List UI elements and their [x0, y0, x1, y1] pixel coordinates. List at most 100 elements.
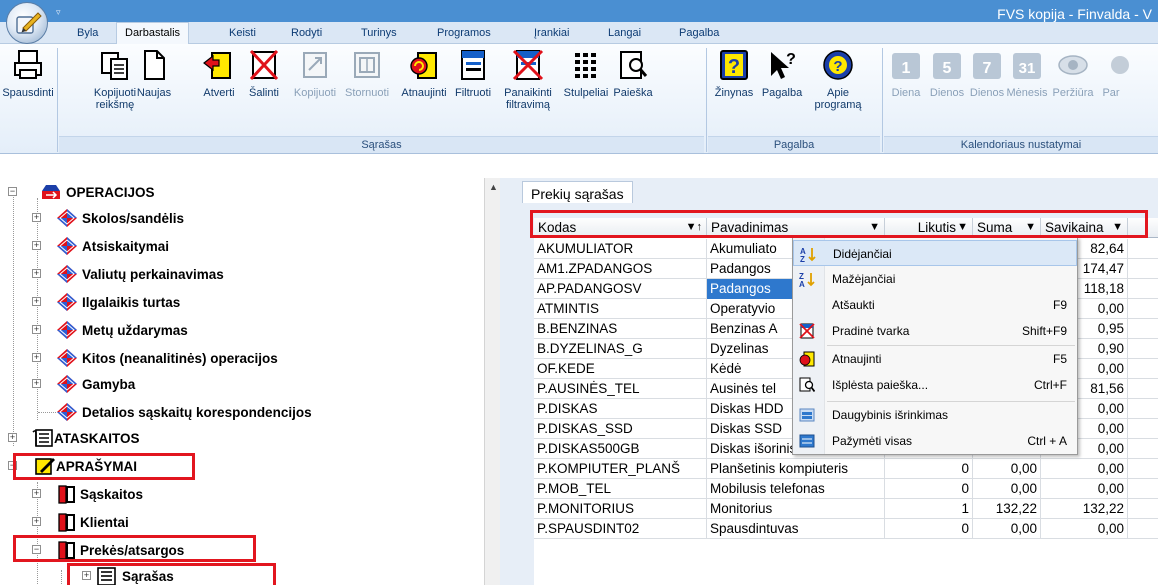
- tree-node-ataskaitos[interactable]: + ATASKAITOS: [0, 426, 480, 452]
- delete-button[interactable]: Šalinti: [246, 48, 282, 99]
- expand-toggle[interactable]: +: [32, 379, 41, 388]
- diamond-icon: [57, 403, 77, 421]
- expand-toggle[interactable]: +: [32, 325, 41, 334]
- expand-toggle[interactable]: +: [8, 433, 17, 442]
- search-icon: [620, 51, 648, 79]
- calendar-day-icon: 1: [892, 53, 920, 79]
- tab-turinys[interactable]: Turinys: [361, 27, 397, 39]
- menu-item-refresh[interactable]: Atnaujinti F5: [793, 346, 1077, 372]
- table-cell: ATMINTIS: [534, 299, 707, 319]
- expand-toggle[interactable]: +: [32, 269, 41, 278]
- eye-icon: [1058, 55, 1088, 75]
- copy-button[interactable]: Kopijuoti: [290, 48, 340, 99]
- calendar-week-button[interactable]: 7 Dienos: [968, 48, 1006, 99]
- menu-item-multi-select[interactable]: Daugybinis išrinkimas: [793, 402, 1077, 428]
- menu-item-cancel[interactable]: Atšaukti F9: [793, 292, 1077, 318]
- tree-node-atsiskaitymai[interactable]: + Atsiskaitymai: [0, 234, 480, 260]
- tree-node-ilgalaikis-turtas[interactable]: + Ilgalaikis turtas: [0, 290, 480, 316]
- menu-item-original-order[interactable]: Pradinė tvarka Shift+F9: [793, 318, 1077, 344]
- open-button[interactable]: Atverti: [201, 48, 237, 99]
- tree-node-kitos-operacijos[interactable]: + Kitos (neanalitinės) operacijos: [0, 346, 480, 372]
- expand-toggle[interactable]: +: [32, 517, 41, 526]
- tab-langai[interactable]: Langai: [608, 27, 641, 39]
- refresh-icon: [799, 351, 815, 367]
- calendar-days-icon: 5: [933, 53, 961, 79]
- help-pointer-button[interactable]: ? Pagalba: [760, 48, 804, 99]
- tree-guide-line: [38, 412, 56, 413]
- table-row[interactable]: P.SPAUSDINT02 Spausdintuvas 0 0,00 0,00: [534, 519, 1158, 539]
- collapse-toggle[interactable]: −: [8, 187, 17, 196]
- tree-node-valiutu-perkainavimas[interactable]: + Valiutų perkainavimas: [0, 262, 480, 288]
- menu-item-descending[interactable]: Z A Mažėjančiai: [793, 266, 1077, 292]
- remove-filter-button[interactable]: Panaikinti filtravimą: [498, 48, 558, 111]
- scroll-up-icon[interactable]: ▲: [489, 182, 498, 192]
- refresh-button[interactable]: Atnaujinti: [396, 48, 452, 99]
- tab-darbastalis[interactable]: Darbastalis: [116, 22, 190, 44]
- tab-prekiu-sarasas[interactable]: Prekių sąrašas: [522, 181, 633, 203]
- table-row[interactable]: P.KOMPIUTER_PLANŠ Planšetinis kompiuteris…: [534, 459, 1158, 479]
- tree-node-detalios-korespondencijos[interactable]: Detalios sąskaitų korespondencijos: [0, 400, 480, 426]
- column-filter-icon[interactable]: ▼: [957, 221, 968, 233]
- column-header-savikaina[interactable]: Savikaina ▼: [1041, 218, 1128, 238]
- column-header-pavadinimas[interactable]: Pavadinimas ▼: [707, 218, 885, 238]
- tree-node-metu-uzdarymas[interactable]: + Metų uždarymas: [0, 318, 480, 344]
- table-cell: 0,00: [973, 459, 1041, 479]
- expand-toggle[interactable]: +: [32, 489, 41, 498]
- tab-irankiai[interactable]: Įrankiai: [534, 27, 569, 39]
- search-button[interactable]: Paieška: [610, 48, 656, 99]
- tree-node-prekes-atsargos[interactable]: − Prekės/atsargos: [0, 538, 480, 564]
- table-cell: Monitorius: [707, 499, 885, 519]
- storno-button[interactable]: Stornuoti: [340, 48, 394, 99]
- options-button[interactable]: Par: [1098, 48, 1129, 99]
- calendar-days-button[interactable]: 5 Dienos: [928, 48, 966, 99]
- collapse-toggle[interactable]: −: [8, 461, 17, 470]
- table-cell: P.KOMPIUTER_PLANŠ: [534, 459, 707, 479]
- operations-icon: [42, 185, 60, 199]
- calendar-day-button[interactable]: 1 Diena: [888, 48, 924, 99]
- app-menu-button[interactable]: [6, 2, 48, 44]
- expand-toggle[interactable]: +: [32, 213, 41, 222]
- tree-node-klientai[interactable]: + Klientai: [0, 510, 480, 536]
- expand-toggle[interactable]: +: [32, 297, 41, 306]
- about-button[interactable]: ? Apie programą: [808, 48, 868, 111]
- tab-programos[interactable]: Programos: [437, 27, 491, 39]
- tree-node-operacijos[interactable]: − OPERACIJOS: [0, 180, 480, 206]
- column-filter-icon[interactable]: ▼: [1025, 221, 1036, 233]
- columns-button[interactable]: Stulpeliai: [560, 48, 612, 99]
- tree-node-aprasymai[interactable]: − APRAŠYMAI: [0, 454, 480, 480]
- calendar-week-icon: 7: [973, 53, 1001, 79]
- column-header-kodas[interactable]: Kodas ▼↑: [534, 218, 707, 238]
- expand-toggle[interactable]: +: [32, 353, 41, 362]
- table-row[interactable]: P.MOB_TEL Mobilusis telefonas 0 0,00 0,00: [534, 479, 1158, 499]
- calendar-month-button[interactable]: 31 Mėnesis: [1006, 48, 1048, 99]
- collapse-toggle[interactable]: −: [32, 545, 41, 554]
- table-cell: P.MOB_TEL: [534, 479, 707, 499]
- column-header-suma[interactable]: Suma ▼: [973, 218, 1041, 238]
- column-filter-sort-icon[interactable]: ▼↑: [686, 221, 702, 233]
- tab-pagalba[interactable]: Pagalba: [679, 27, 719, 39]
- menu-item-ascending[interactable]: A Z Didėjančiai: [793, 240, 1077, 266]
- tree-node-saskaitos[interactable]: + Sąskaitos: [0, 482, 480, 508]
- expand-toggle[interactable]: +: [32, 241, 41, 250]
- tab-byla[interactable]: Byla: [77, 27, 98, 39]
- table-row[interactable]: P.MONITORIUS Monitorius 1 132,22 132,22: [534, 499, 1158, 519]
- tab-keisti[interactable]: Keisti: [229, 27, 256, 39]
- quick-access-dropdown[interactable]: ▿: [56, 7, 61, 18]
- tree-scrollbar[interactable]: ▲: [484, 178, 500, 585]
- menu-item-select-all[interactable]: Pažymėti visas Ctrl + A: [793, 428, 1077, 454]
- print-button[interactable]: Spausdinti: [2, 48, 54, 99]
- filter-button[interactable]: Filtruoti: [450, 48, 496, 99]
- tree-node-sarasas[interactable]: + Sąrašas: [0, 564, 480, 585]
- preview-button[interactable]: Peržiūra: [1050, 48, 1096, 99]
- menu-item-advanced-search[interactable]: Išplėsta paieška... Ctrl+F: [793, 372, 1077, 398]
- help-book-button[interactable]: ? Žinynas: [710, 48, 758, 99]
- window-title: FVS kopija - Finvalda - V: [997, 6, 1152, 22]
- column-header-likutis[interactable]: Likutis ▼: [885, 218, 973, 238]
- tree-node-skolos-sandelis[interactable]: + Skolos/sandėlis: [0, 206, 480, 232]
- tree-node-gamyba[interactable]: + Gamyba: [0, 372, 480, 398]
- new-button[interactable]: Naujas: [130, 48, 178, 99]
- tab-rodyti[interactable]: Rodyti: [291, 27, 322, 39]
- column-filter-icon[interactable]: ▼: [869, 221, 880, 233]
- column-filter-icon[interactable]: ▼: [1112, 221, 1123, 233]
- expand-toggle[interactable]: +: [82, 571, 91, 580]
